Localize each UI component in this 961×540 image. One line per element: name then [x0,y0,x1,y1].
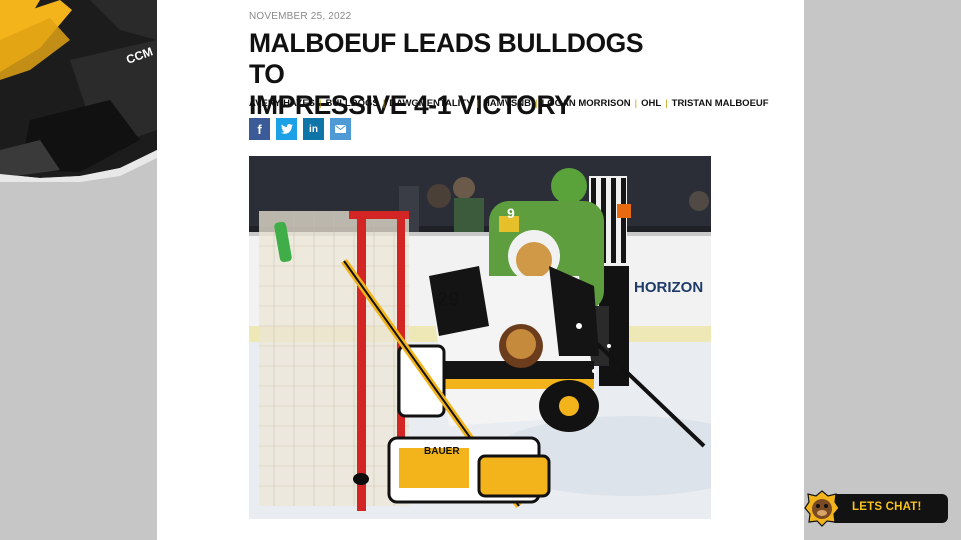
linkedin-icon: in [309,123,318,135]
chat-label: LETS CHAT! [852,501,922,513]
tag-link[interactable]: AVERY HAYES [249,98,315,109]
twitter-share-button[interactable] [276,118,297,140]
goalie-number: 29 [437,289,459,311]
tag-link[interactable]: TRISTAN MALBOEUF [672,98,769,109]
chat-widget-button[interactable]: LETS CHAT! [804,490,948,527]
facebook-icon: f [257,121,262,137]
pad-brand-text: BAUER [424,446,460,457]
article-hero-photo: HORIZON 9 29 BAUER [249,156,711,519]
share-buttons: f in [249,118,351,140]
article-page: NOVEMBER 25, 2022 MALBOEUF LEADS BULLDOG… [157,0,804,540]
ad-board-text: HORIZON [634,279,703,296]
twitter-icon [280,124,293,134]
tag-link[interactable]: OHL [641,98,661,109]
linkedin-share-button[interactable]: in [303,118,324,140]
facebook-share-button[interactable]: f [249,118,270,140]
tag-separator: | [634,98,638,109]
article-tags: AVERY HAYES | BULLDOGS | DAWGMENTALITY | HAMVS… [249,98,769,109]
tag-separator: | [665,98,668,109]
tag-link[interactable]: LOGAN MORRISON [541,98,630,109]
tag-separator: | [476,98,479,109]
envelope-icon [335,125,346,133]
email-share-button[interactable] [330,118,351,140]
tag-link[interactable]: BULLDOGS [325,98,378,109]
right-gutter [804,0,961,540]
bulldog-logo-icon [804,490,840,527]
tag-separator: | [382,98,386,109]
opponent-number: 9 [507,205,515,221]
tag-link[interactable]: DAWGMENTALITY [389,98,472,109]
tag-link[interactable]: HAMVSNB [483,98,531,109]
side-mascot-art: CCM [0,0,157,182]
article-date: NOVEMBER 25, 2022 [249,11,352,22]
tag-separator: | [534,98,538,109]
article-title-line-1: MALBOEUF LEADS BULLDOGS TO [249,28,644,89]
tag-separator: | [319,98,322,109]
